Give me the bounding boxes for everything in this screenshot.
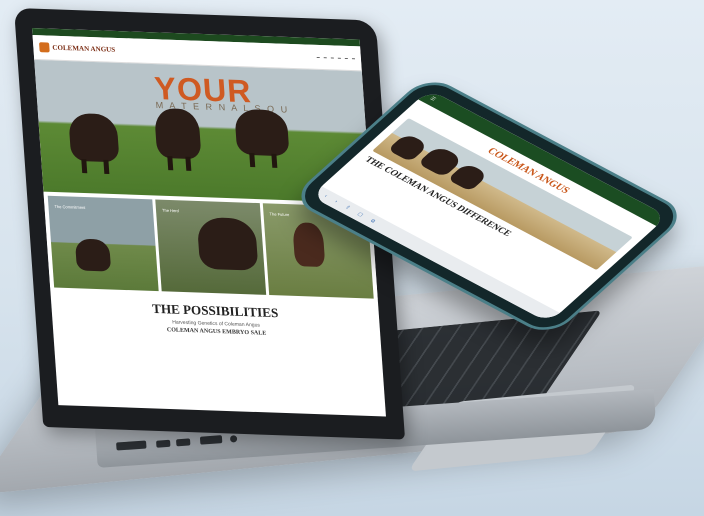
nav-item[interactable]: ▬ bbox=[317, 55, 320, 59]
nav-item[interactable]: ▬ bbox=[324, 55, 327, 59]
feature-tile[interactable]: The Herd bbox=[155, 199, 267, 295]
tile-label: The Future bbox=[269, 211, 290, 218]
cow-image bbox=[234, 108, 290, 168]
logo-mark-icon bbox=[39, 42, 50, 53]
site-logo-text: COLEMAN ANGUS bbox=[52, 43, 116, 54]
back-icon[interactable]: ‹ bbox=[323, 194, 329, 199]
tile-label: The Commitment bbox=[54, 203, 86, 210]
site-nav: ▬ ▬ ▬ ▬ ▬ ▬ bbox=[317, 55, 355, 60]
calf-image bbox=[292, 222, 326, 268]
menu-icon[interactable]: ☰ bbox=[428, 96, 437, 102]
tile-label: The Herd bbox=[161, 207, 179, 214]
phone-device: ☰ COLEMAN ANGUS THE COLEMAN ANGUS DIFFER… bbox=[288, 68, 698, 339]
usb-port bbox=[116, 440, 147, 451]
nav-item[interactable]: ▬ bbox=[345, 56, 348, 60]
nav-item[interactable]: ▬ bbox=[331, 55, 334, 59]
thunderbolt-port bbox=[156, 439, 171, 448]
share-icon[interactable]: ⇪ bbox=[343, 205, 351, 211]
cow-image bbox=[153, 107, 202, 171]
nav-item[interactable]: ▬ bbox=[338, 56, 341, 60]
cow-image bbox=[196, 216, 259, 271]
bookmarks-icon[interactable]: ▢ bbox=[356, 211, 365, 217]
forward-icon[interactable]: › bbox=[333, 199, 339, 204]
hdmi-port bbox=[199, 435, 223, 445]
site-logo[interactable]: COLEMAN ANGUS bbox=[39, 42, 116, 55]
feature-tile[interactable]: The Commitment bbox=[47, 195, 159, 292]
nav-item[interactable]: ▬ bbox=[352, 56, 355, 60]
cow-image bbox=[74, 238, 112, 272]
tabs-icon[interactable]: ⧉ bbox=[369, 218, 377, 224]
headphone-jack bbox=[229, 435, 238, 443]
device-mockup-scene: COLEMAN ANGUS ▬ ▬ ▬ ▬ ▬ ▬ YOUR M A T E R… bbox=[0, 0, 704, 516]
thunderbolt-port bbox=[175, 438, 191, 447]
cow-image bbox=[68, 112, 120, 175]
